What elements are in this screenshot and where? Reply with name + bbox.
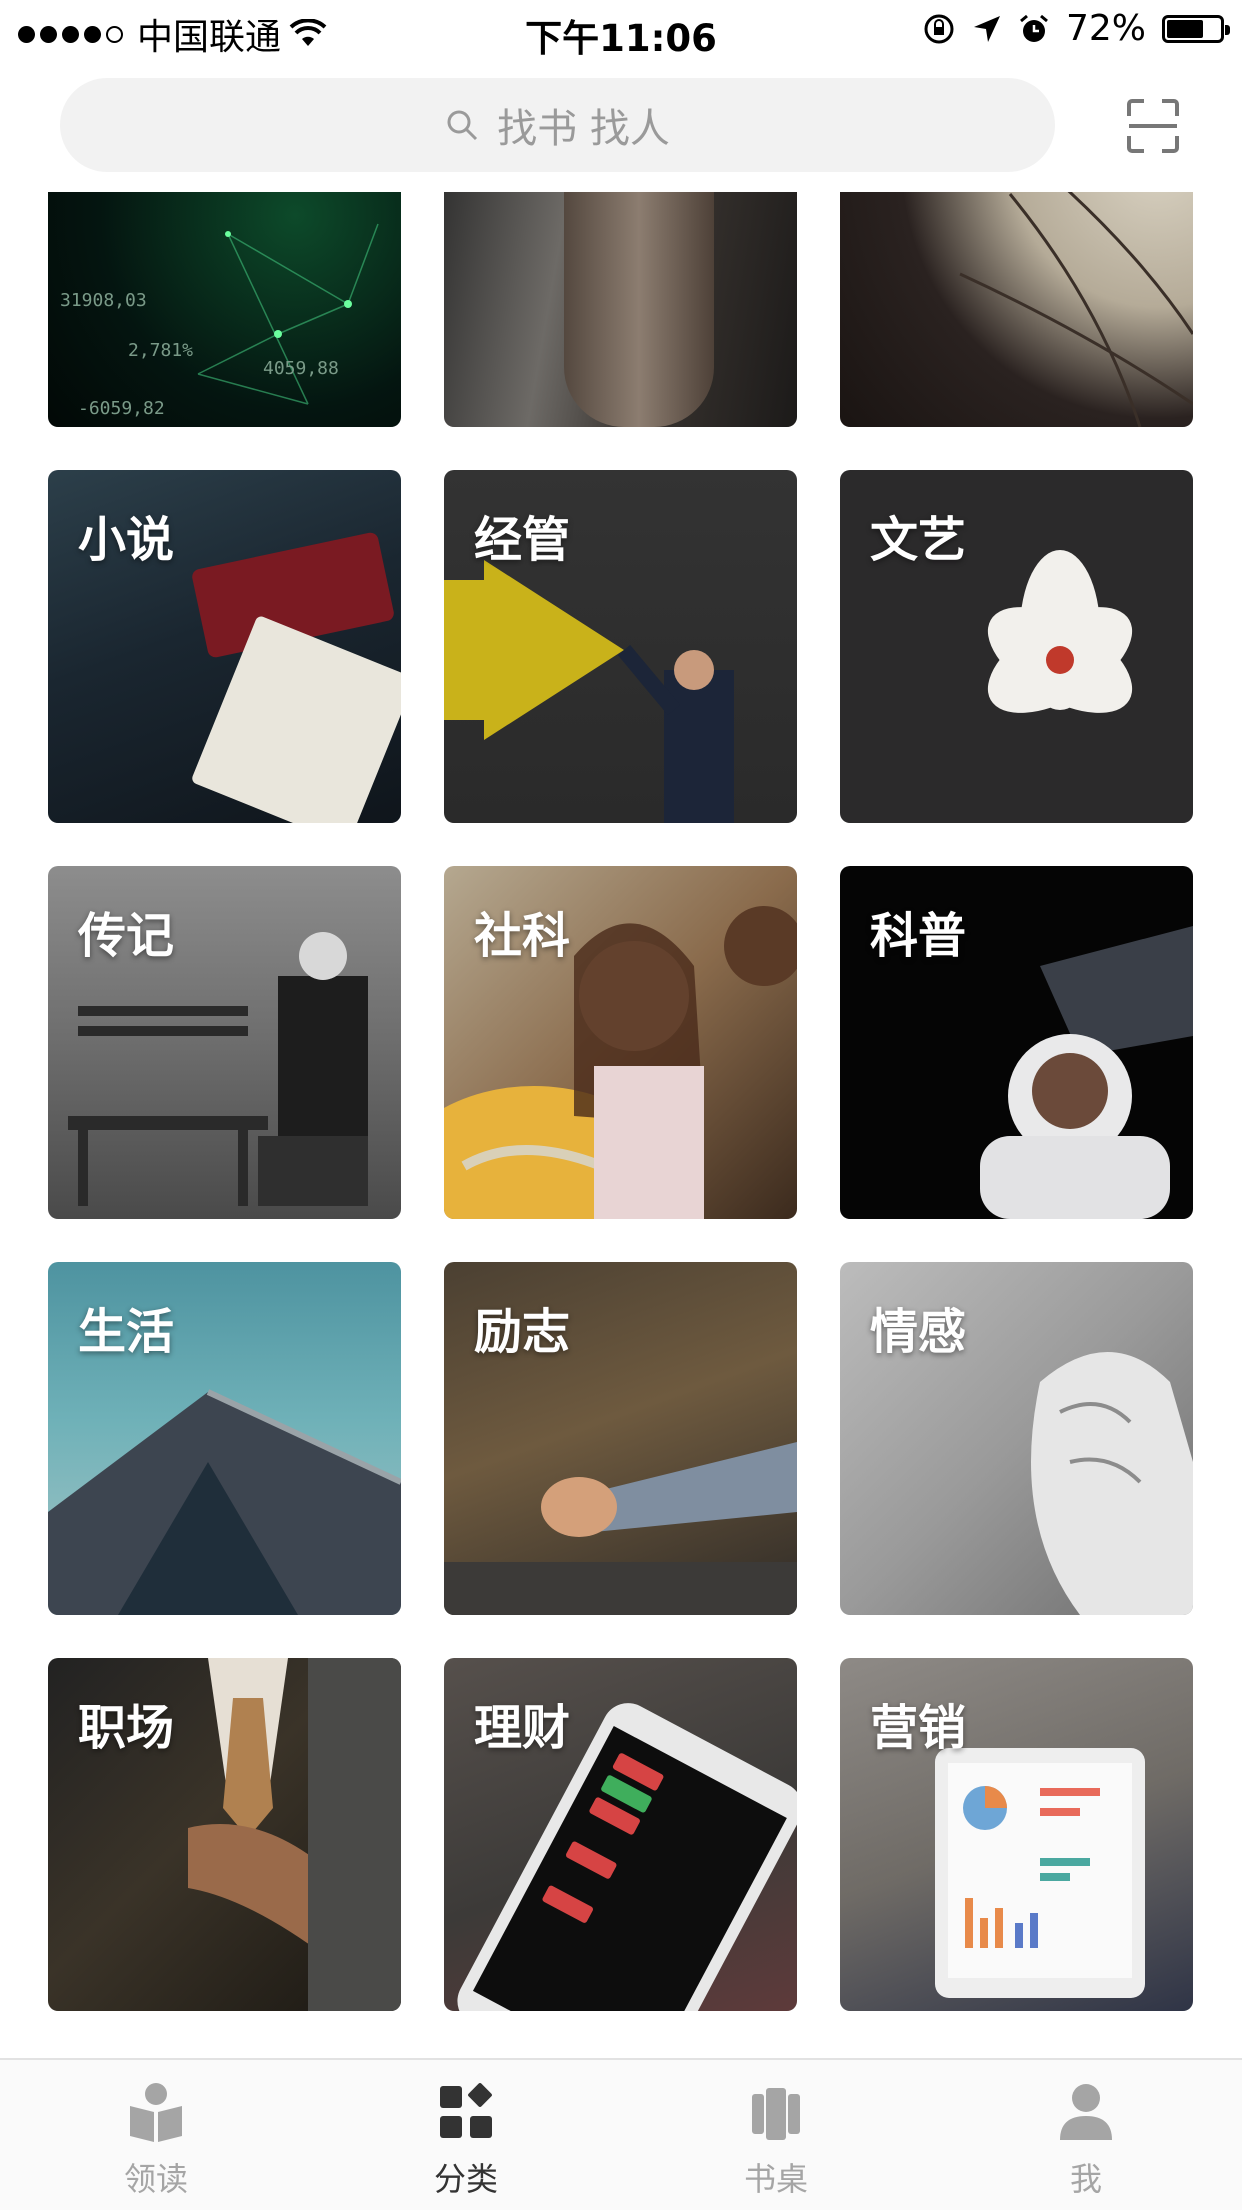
svg-text:2,781%: 2,781% <box>128 340 193 361</box>
category-label: 科普 <box>870 908 967 964</box>
tab-reading[interactable]: 领读 <box>56 2082 256 2200</box>
category-label: 生活 <box>78 1304 175 1360</box>
category-label: 营销 <box>870 1700 967 1756</box>
category-tile-finance[interactable]: 理财 <box>444 1658 797 2011</box>
battery-percent: 72% <box>1065 8 1146 49</box>
svg-text:31908,03: 31908,03 <box>60 290 147 311</box>
tab-bookshelf[interactable]: 书桌 <box>676 2082 876 2200</box>
bookshelf-icon <box>752 2088 800 2140</box>
category-tile-marketing[interactable]: 营销 <box>840 1658 1193 2011</box>
location-icon <box>973 15 1000 42</box>
category-label: 职场 <box>78 1700 175 1756</box>
category-tile-emotion[interactable]: 情感 <box>840 1262 1193 1615</box>
category-label: 励志 <box>474 1304 571 1360</box>
category-label: 小说 <box>78 512 175 568</box>
alarm-icon <box>1020 14 1048 42</box>
category-tile-business[interactable]: 经管 <box>444 470 797 823</box>
search-placeholder: 找书 找人 <box>497 106 670 152</box>
status-bar: 中国联通 下午11:06 72% <box>0 0 1242 60</box>
status-right: 72% <box>922 8 1230 49</box>
category-tile-career[interactable]: 职场 <box>48 1658 401 2011</box>
tab-profile[interactable]: 我 <box>986 2082 1186 2200</box>
category-tile-motivation[interactable]: 励志 <box>444 1262 797 1615</box>
category-grid: 31908,03 2,781% 4059,88 -6059,82 小说 经管 文… <box>48 192 1194 2012</box>
category-tile-fiction[interactable]: 小说 <box>48 470 401 823</box>
category-label: 理财 <box>474 1700 571 1756</box>
svg-text:-6059,82: -6059,82 <box>78 398 165 419</box>
battery-icon <box>1162 14 1230 43</box>
profile-icon <box>1060 2084 1112 2140</box>
reading-icon <box>130 2083 182 2142</box>
tab-label: 我 <box>1069 2160 1102 2198</box>
category-label: 经管 <box>474 512 571 568</box>
category-tile-biography[interactable]: 传记 <box>48 866 401 1219</box>
search-icon <box>447 110 478 141</box>
category-tile-life[interactable]: 生活 <box>48 1262 401 1615</box>
search-input[interactable]: 找书 找人 <box>60 78 1055 172</box>
category-label: 社科 <box>474 908 571 964</box>
category-icon <box>440 2083 492 2138</box>
category-tile-partial[interactable] <box>444 192 797 427</box>
category-label: 文艺 <box>870 512 967 568</box>
category-label: 传记 <box>78 908 175 964</box>
tab-label: 领读 <box>123 2160 188 2198</box>
category-tile-literature[interactable]: 文艺 <box>840 470 1193 823</box>
category-tile-popular-science[interactable]: 科普 <box>840 866 1193 1219</box>
tab-label: 书桌 <box>743 2160 808 2198</box>
category-tile-social-science[interactable]: 社科 <box>444 866 797 1219</box>
category-tile-partial[interactable] <box>840 192 1193 427</box>
scan-icon[interactable] <box>1125 98 1181 154</box>
rotation-lock-icon <box>924 14 954 43</box>
tab-category[interactable]: 分类 <box>366 2082 566 2200</box>
category-label: 情感 <box>870 1304 967 1360</box>
category-tile-partial[interactable]: 31908,03 2,781% 4059,88 -6059,82 <box>48 192 401 427</box>
tab-bar: 领读 分类 书桌 我 <box>0 2058 1242 2210</box>
svg-text:4059,88: 4059,88 <box>263 358 339 379</box>
tab-label: 分类 <box>433 2160 498 2198</box>
